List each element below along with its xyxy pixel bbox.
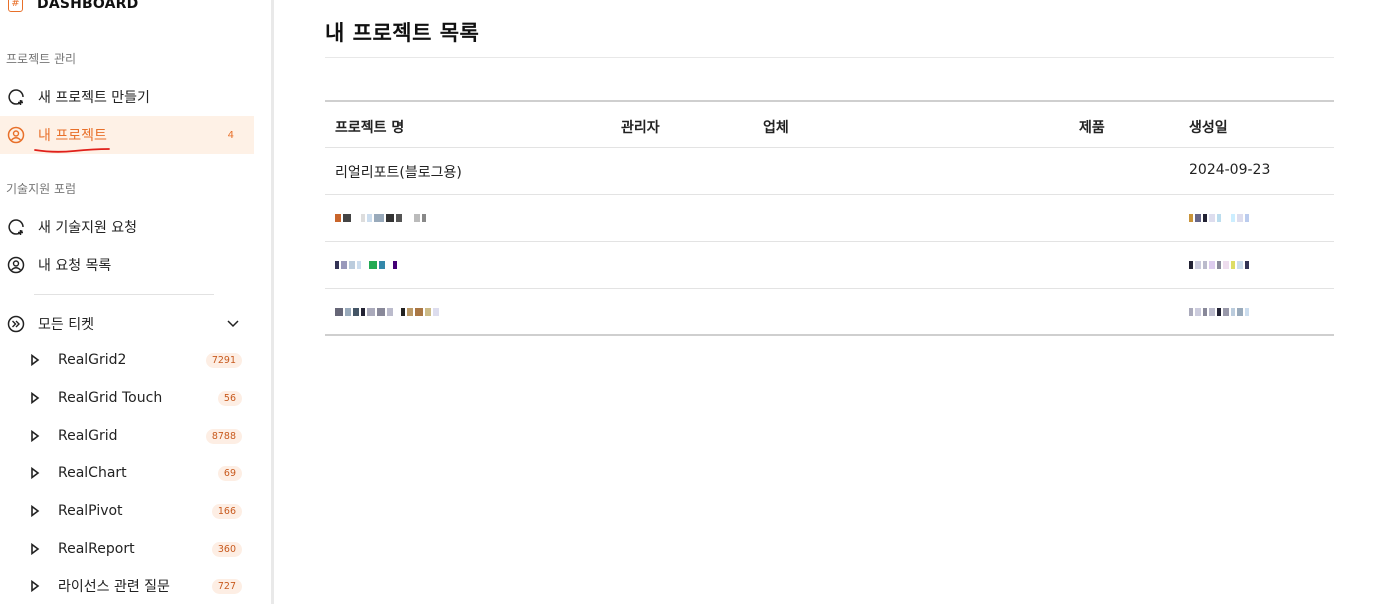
ticket-category-label: RealReport	[58, 541, 135, 557]
chevron-down-icon[interactable]	[226, 316, 240, 334]
sidebar-group-label: 모든 티켓	[38, 317, 94, 333]
ticket-category-item[interactable]: RealReport 360	[0, 531, 254, 567]
ticket-count-badge: 360	[211, 541, 242, 557]
ticket-category-item[interactable]: RealPivot 166	[0, 493, 254, 529]
sidebar-item-new-support-request[interactable]: 새 기술지원 요청	[0, 208, 254, 246]
triangle-right-icon	[30, 354, 40, 366]
sidebar-item-label: 내 프로젝트	[38, 128, 107, 144]
project-count: 4	[227, 129, 234, 141]
triangle-right-icon	[30, 467, 40, 479]
triangle-right-icon	[30, 543, 40, 555]
ticket-category-item[interactable]: RealGrid2 7291	[0, 342, 254, 378]
user-circle-icon	[7, 126, 25, 144]
ticket-category-item[interactable]: 라이선스 관련 질문 727	[0, 568, 254, 604]
ticket-count-badge: 727	[211, 578, 242, 594]
table-row[interactable]: 리얼리포트(블로그용) 2024-09-23	[325, 148, 1334, 195]
sidebar-group-all-tickets[interactable]: 모든 티켓	[0, 305, 254, 343]
redacted-project-name	[335, 258, 397, 272]
ticket-category-item[interactable]: RealChart 69	[0, 455, 254, 491]
column-header-product[interactable]: 제품	[1079, 117, 1105, 137]
main-content: 내 프로젝트 목록 프로젝트 명 관리자 업체 제품 생성일 리얼리포트(블로그…	[277, 0, 1374, 604]
section-title-tech-support: 기술지원 포럼	[6, 182, 77, 196]
ticket-category-label: RealGrid Touch	[58, 390, 163, 406]
column-header-created-date[interactable]: 생성일	[1189, 117, 1228, 137]
ticket-count-badge: 8788	[205, 428, 242, 444]
triangle-right-icon	[30, 580, 40, 592]
triangle-right-icon	[30, 392, 40, 404]
ticket-category-label: 라이선스 관련 질문	[58, 579, 170, 595]
ticket-count-badge: 7291	[205, 352, 242, 368]
redaction-area	[508, 194, 1165, 342]
project-name-cell[interactable]: 리얼리포트(블로그용)	[335, 162, 462, 182]
ticket-category-item[interactable]: RealGrid 8788	[0, 418, 254, 454]
column-header-manager[interactable]: 관리자	[621, 117, 660, 137]
hash-icon: #	[8, 0, 23, 12]
sidebar-item-label: 새 기술지원 요청	[38, 220, 138, 236]
table-header: 프로젝트 명 관리자 업체 제품 생성일	[325, 100, 1334, 148]
title-divider	[325, 57, 1334, 58]
triangle-right-icon	[30, 505, 40, 517]
redacted-created-date	[1189, 258, 1249, 272]
user-circle-icon	[7, 256, 25, 274]
ticket-category-label: RealChart	[58, 465, 127, 481]
forward-circle-icon	[7, 315, 25, 333]
sidebar-item-label: 내 요청 목록	[38, 258, 112, 274]
red-underline-annotation	[34, 148, 110, 153]
created-date-cell: 2024-09-23	[1189, 162, 1271, 178]
column-header-company[interactable]: 업체	[763, 117, 789, 137]
ticket-count-badge: 56	[217, 390, 242, 406]
sidebar-item-label: 새 프로젝트 만들기	[38, 90, 150, 106]
redacted-created-date	[1189, 305, 1249, 319]
column-header-project-name[interactable]: 프로젝트 명	[335, 117, 404, 137]
chat-plus-icon	[7, 218, 25, 236]
ticket-category-label: RealGrid2	[58, 352, 127, 368]
chat-plus-icon	[7, 88, 25, 106]
triangle-right-icon	[30, 430, 40, 442]
ticket-count-badge: 69	[217, 465, 242, 481]
redacted-created-date	[1189, 211, 1249, 225]
redacted-project-name	[335, 211, 426, 225]
section-title-project-management: 프로젝트 관리	[6, 52, 77, 66]
sidebar: # DASHBOARD 프로젝트 관리 새 프로젝트 만들기 내 프로젝트 4 …	[0, 0, 274, 604]
ticket-count-badge: 166	[211, 503, 242, 519]
ticket-category-item[interactable]: RealGrid Touch 56	[0, 380, 254, 416]
ticket-category-label: RealPivot	[58, 503, 123, 519]
sidebar-divider	[34, 294, 214, 295]
sidebar-item-new-project[interactable]: 새 프로젝트 만들기	[0, 78, 254, 116]
redacted-project-name	[335, 305, 439, 319]
dashboard-link[interactable]: # DASHBOARD	[8, 0, 139, 14]
dashboard-label: DASHBOARD	[37, 0, 139, 12]
ticket-category-label: RealGrid	[58, 428, 118, 444]
sidebar-item-my-requests[interactable]: 내 요청 목록	[0, 246, 254, 284]
page-title: 내 프로젝트 목록	[325, 21, 480, 45]
